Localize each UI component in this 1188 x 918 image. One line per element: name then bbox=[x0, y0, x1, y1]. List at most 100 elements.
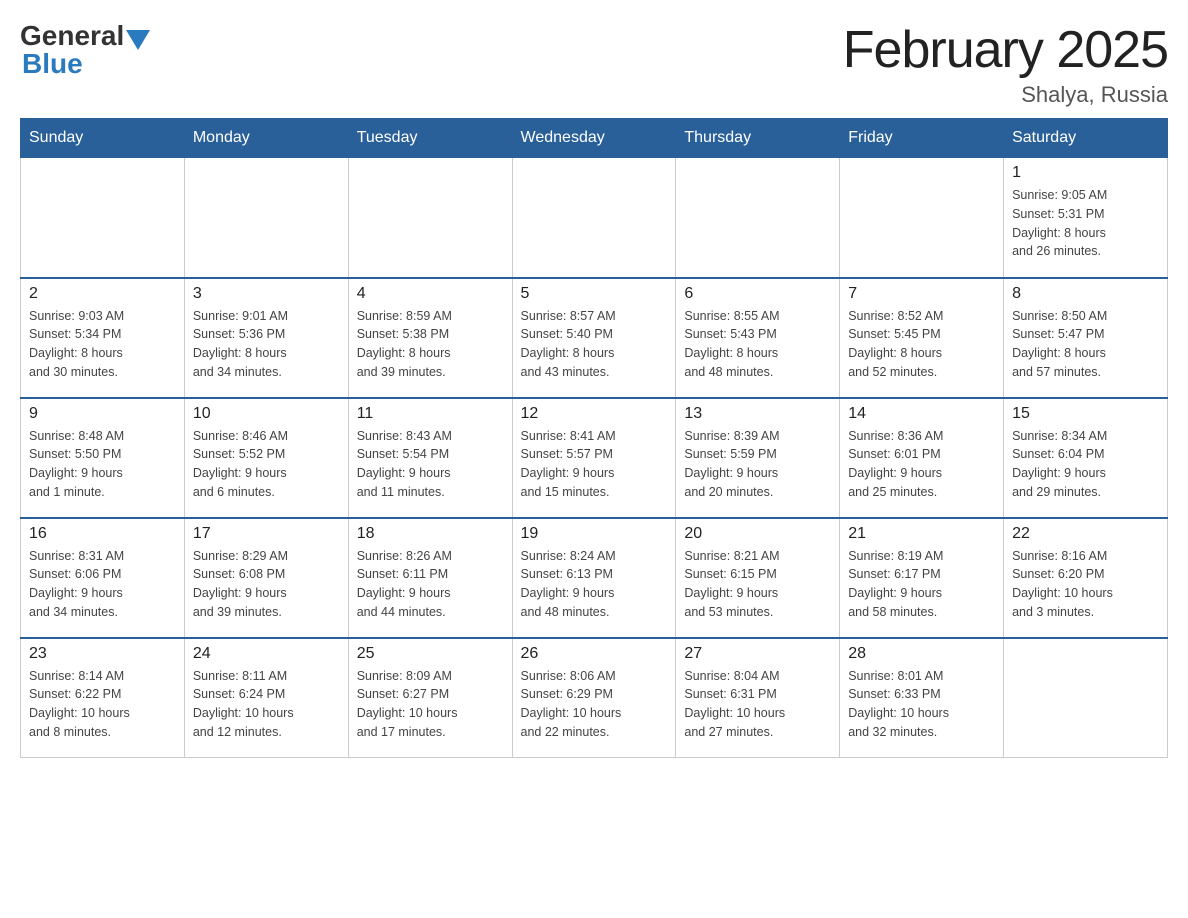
day-number: 10 bbox=[193, 405, 340, 423]
calendar-day-cell: 10Sunrise: 8:46 AM Sunset: 5:52 PM Dayli… bbox=[184, 398, 348, 518]
day-number: 21 bbox=[848, 525, 995, 543]
day-info: Sunrise: 8:21 AM Sunset: 6:15 PM Dayligh… bbox=[684, 547, 831, 622]
calendar-day-cell: 25 Sunrise: 8:09 AM Sunset: 6:27 PM Dayli… bbox=[348, 638, 512, 758]
day-number: 16 bbox=[29, 525, 176, 543]
day-info: Sunrise: 8:26 AM Sunset: 6:11 PM Dayligh… bbox=[357, 547, 504, 622]
day-number: 13 bbox=[684, 405, 831, 423]
day-number: 6 bbox=[684, 285, 831, 303]
day-info: Sunrise: 8:24 AM Sunset: 6:13 PM Dayligh… bbox=[521, 547, 668, 622]
day-number: 17 bbox=[193, 525, 340, 543]
day-info: Sunrise: 8:19 AM Sunset: 6:17 PM Dayligh… bbox=[848, 547, 995, 622]
calendar-day-cell: 28 Sunrise: 8:01 AM Sunset: 6:33 PM Dayli… bbox=[840, 638, 1004, 758]
day-info: Sunrise: 8:55 AM Sunset: 5:43 PM Dayligh… bbox=[684, 307, 831, 382]
calendar-day-cell: 11 Sunrise: 8:43 AM Sunset: 5:54 PM Dayli… bbox=[348, 398, 512, 518]
day-info: Sunrise: 8:39 AM Sunset: 5:59 PM Dayligh… bbox=[684, 427, 831, 502]
day-info: Sunrise: 8:59 AM Sunset: 5:38 PM Dayligh… bbox=[357, 307, 504, 382]
calendar-table: SundayMondayTuesdayWednesdayThursdayFrid… bbox=[20, 118, 1168, 758]
day-info: Sunrise: 8:48 AM Sunset: 5:50 PM Dayligh… bbox=[29, 427, 176, 502]
calendar-day-cell: 18 Sunrise: 8:26 AM Sunset: 6:11 PM Dayli… bbox=[348, 518, 512, 638]
calendar-day-cell: 16 Sunrise: 8:31 AM Sunset: 6:06 PM Dayli… bbox=[21, 518, 185, 638]
day-info: Sunrise: 9:05 AM Sunset: 5:31 PM Dayligh… bbox=[1012, 186, 1159, 261]
day-info: Sunrise: 8:29 AM Sunset: 6:08 PM Dayligh… bbox=[193, 547, 340, 622]
day-number: 19 bbox=[521, 525, 668, 543]
calendar-day-cell: 2 Sunrise: 9:03 AM Sunset: 5:34 PM Daylig… bbox=[21, 278, 185, 398]
calendar-header-row: SundayMondayTuesdayWednesdayThursdayFrid… bbox=[21, 119, 1168, 158]
day-number: 11 bbox=[357, 405, 504, 423]
calendar-title: February 2025 bbox=[843, 20, 1168, 80]
day-number: 5 bbox=[521, 285, 668, 303]
day-number: 18 bbox=[357, 525, 504, 543]
calendar-week-row: 1 Sunrise: 9:05 AM Sunset: 5:31 PM Daylig… bbox=[21, 158, 1168, 278]
calendar-day-cell: 5 Sunrise: 8:57 AM Sunset: 5:40 PM Daylig… bbox=[512, 278, 676, 398]
calendar-day-cell: 24Sunrise: 8:11 AM Sunset: 6:24 PM Dayli… bbox=[184, 638, 348, 758]
day-number: 8 bbox=[1012, 285, 1159, 303]
title-section: February 2025 Shalya, Russia bbox=[843, 20, 1168, 108]
calendar-day-cell bbox=[512, 158, 676, 278]
calendar-day-cell bbox=[1004, 638, 1168, 758]
day-info: Sunrise: 8:31 AM Sunset: 6:06 PM Dayligh… bbox=[29, 547, 176, 622]
day-number: 4 bbox=[357, 285, 504, 303]
logo: General Blue bbox=[20, 20, 152, 80]
day-info: Sunrise: 8:01 AM Sunset: 6:33 PM Dayligh… bbox=[848, 667, 995, 742]
logo-blue-text: Blue bbox=[22, 48, 83, 79]
calendar-day-cell: 13 Sunrise: 8:39 AM Sunset: 5:59 PM Dayli… bbox=[676, 398, 840, 518]
calendar-week-row: 2 Sunrise: 9:03 AM Sunset: 5:34 PM Daylig… bbox=[21, 278, 1168, 398]
calendar-day-cell: 22 Sunrise: 8:16 AM Sunset: 6:20 PM Dayli… bbox=[1004, 518, 1168, 638]
day-of-week-header: Tuesday bbox=[348, 119, 512, 158]
calendar-day-cell: 3Sunrise: 9:01 AM Sunset: 5:36 PM Daylig… bbox=[184, 278, 348, 398]
day-of-week-header: Thursday bbox=[676, 119, 840, 158]
day-of-week-header: Saturday bbox=[1004, 119, 1168, 158]
day-info: Sunrise: 9:03 AM Sunset: 5:34 PM Dayligh… bbox=[29, 307, 176, 382]
day-info: Sunrise: 8:36 AM Sunset: 6:01 PM Dayligh… bbox=[848, 427, 995, 502]
day-info: Sunrise: 8:04 AM Sunset: 6:31 PM Dayligh… bbox=[684, 667, 831, 742]
day-info: Sunrise: 8:57 AM Sunset: 5:40 PM Dayligh… bbox=[521, 307, 668, 382]
calendar-day-cell bbox=[840, 158, 1004, 278]
day-number: 22 bbox=[1012, 525, 1159, 543]
day-number: 9 bbox=[29, 405, 176, 423]
day-number: 1 bbox=[1012, 164, 1159, 182]
calendar-day-cell bbox=[348, 158, 512, 278]
calendar-day-cell bbox=[184, 158, 348, 278]
calendar-day-cell: 9 Sunrise: 8:48 AM Sunset: 5:50 PM Daylig… bbox=[21, 398, 185, 518]
calendar-day-cell: 12 Sunrise: 8:41 AM Sunset: 5:57 PM Dayli… bbox=[512, 398, 676, 518]
day-of-week-header: Wednesday bbox=[512, 119, 676, 158]
calendar-day-cell: 4 Sunrise: 8:59 AM Sunset: 5:38 PM Daylig… bbox=[348, 278, 512, 398]
day-number: 7 bbox=[848, 285, 995, 303]
calendar-day-cell bbox=[21, 158, 185, 278]
calendar-day-cell: 6 Sunrise: 8:55 AM Sunset: 5:43 PM Daylig… bbox=[676, 278, 840, 398]
calendar-day-cell: 17 Sunrise: 8:29 AM Sunset: 6:08 PM Dayli… bbox=[184, 518, 348, 638]
calendar-day-cell bbox=[676, 158, 840, 278]
day-info: Sunrise: 8:52 AM Sunset: 5:45 PM Dayligh… bbox=[848, 307, 995, 382]
day-number: 27 bbox=[684, 645, 831, 663]
calendar-day-cell: 8 Sunrise: 8:50 AM Sunset: 5:47 PM Daylig… bbox=[1004, 278, 1168, 398]
calendar-day-cell: 20 Sunrise: 8:21 AM Sunset: 6:15 PM Dayli… bbox=[676, 518, 840, 638]
day-number: 28 bbox=[848, 645, 995, 663]
day-number: 2 bbox=[29, 285, 176, 303]
calendar-day-cell: 26 Sunrise: 8:06 AM Sunset: 6:29 PM Dayli… bbox=[512, 638, 676, 758]
calendar-day-cell: 7 Sunrise: 8:52 AM Sunset: 5:45 PM Daylig… bbox=[840, 278, 1004, 398]
calendar-day-cell: 27 Sunrise: 8:04 AM Sunset: 6:31 PM Dayli… bbox=[676, 638, 840, 758]
calendar-day-cell: 19 Sunrise: 8:24 AM Sunset: 6:13 PM Dayli… bbox=[512, 518, 676, 638]
day-info: Sunrise: 8:16 AM Sunset: 6:20 PM Dayligh… bbox=[1012, 547, 1159, 622]
day-number: 12 bbox=[521, 405, 668, 423]
day-number: 15 bbox=[1012, 405, 1159, 423]
calendar-day-cell: 15Sunrise: 8:34 AM Sunset: 6:04 PM Dayli… bbox=[1004, 398, 1168, 518]
day-number: 26 bbox=[521, 645, 668, 663]
day-number: 14 bbox=[848, 405, 995, 423]
day-info: Sunrise: 8:43 AM Sunset: 5:54 PM Dayligh… bbox=[357, 427, 504, 502]
calendar-day-cell: 23 Sunrise: 8:14 AM Sunset: 6:22 PM Dayli… bbox=[21, 638, 185, 758]
day-number: 25 bbox=[357, 645, 504, 663]
day-info: Sunrise: 8:14 AM Sunset: 6:22 PM Dayligh… bbox=[29, 667, 176, 742]
day-info: Sunrise: 8:50 AM Sunset: 5:47 PM Dayligh… bbox=[1012, 307, 1159, 382]
day-of-week-header: Monday bbox=[184, 119, 348, 158]
calendar-week-row: 16 Sunrise: 8:31 AM Sunset: 6:06 PM Dayli… bbox=[21, 518, 1168, 638]
day-info: Sunrise: 8:09 AM Sunset: 6:27 PM Dayligh… bbox=[357, 667, 504, 742]
day-number: 20 bbox=[684, 525, 831, 543]
calendar-week-row: 23 Sunrise: 8:14 AM Sunset: 6:22 PM Dayli… bbox=[21, 638, 1168, 758]
page-header: General Blue February 2025 Shalya, Russi… bbox=[20, 20, 1168, 108]
day-number: 23 bbox=[29, 645, 176, 663]
day-info: Sunrise: 8:06 AM Sunset: 6:29 PM Dayligh… bbox=[521, 667, 668, 742]
day-info: Sunrise: 8:41 AM Sunset: 5:57 PM Dayligh… bbox=[521, 427, 668, 502]
day-number: 24 bbox=[193, 645, 340, 663]
calendar-week-row: 9 Sunrise: 8:48 AM Sunset: 5:50 PM Daylig… bbox=[21, 398, 1168, 518]
